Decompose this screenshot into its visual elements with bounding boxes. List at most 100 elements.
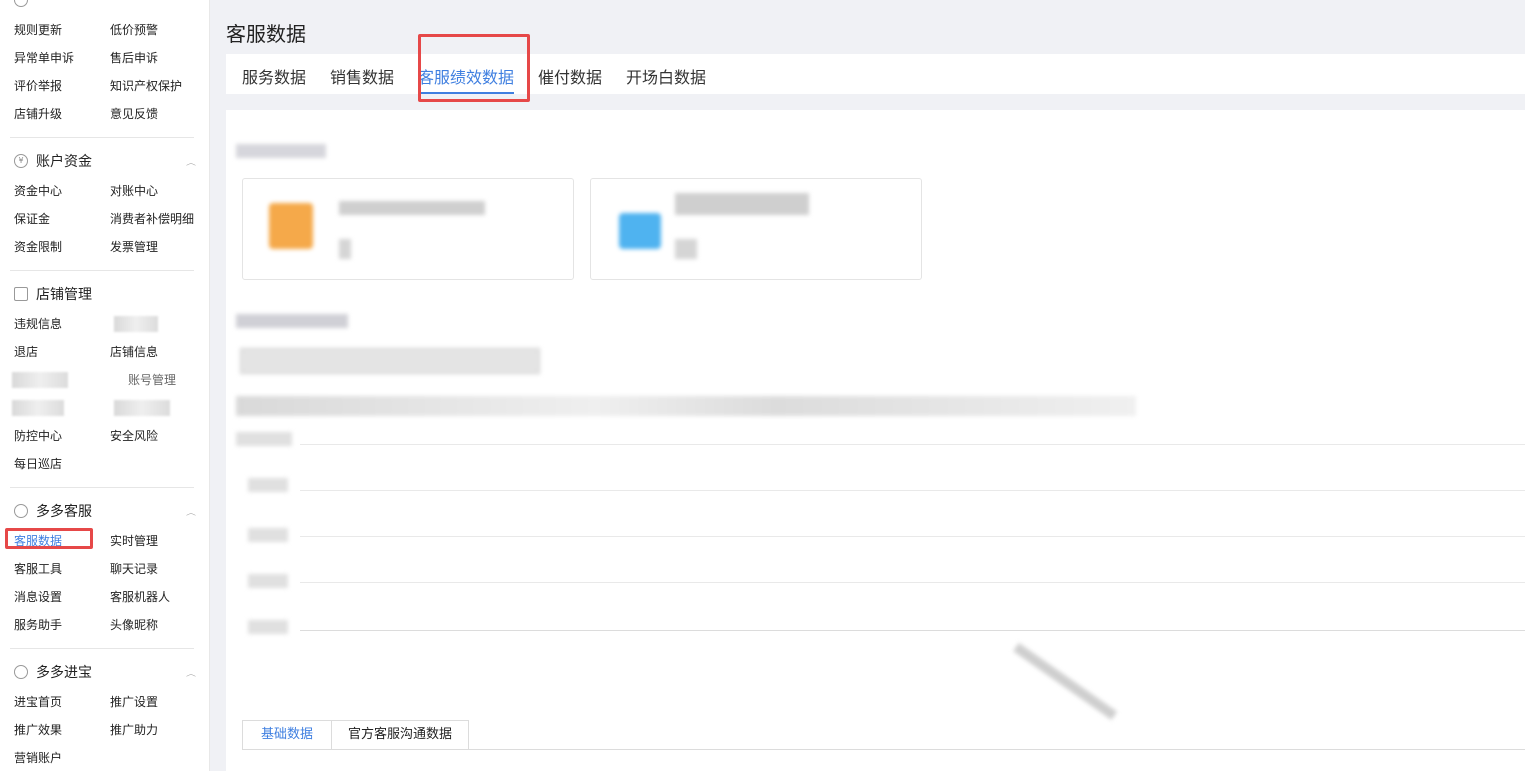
store-icon [14, 287, 28, 301]
sidebar-item[interactable]: 店铺信息 [110, 342, 158, 362]
chevron-up-icon: ︿ [186, 508, 196, 517]
sidebar-item[interactable]: 客服机器人 [110, 587, 170, 607]
section-title: 多多进宝 [36, 665, 92, 681]
sidebar-item[interactable]: 退店 [14, 342, 38, 362]
sidebar-item[interactable]: 知识产权保护 [110, 76, 182, 96]
sidebar-item[interactable]: 服务助手 [14, 615, 62, 635]
section-title: 店铺管理 [36, 287, 92, 303]
card-icon [269, 203, 313, 249]
sidebar-row: 资金中心 对账中心 [0, 181, 209, 201]
sidebar-item[interactable]: 资金中心 [14, 181, 62, 201]
sidebar-item[interactable]: 消息设置 [14, 587, 62, 607]
section-heading-blurred [236, 314, 348, 328]
sidebar-row: 保证金 消费者补偿明细 [0, 209, 209, 229]
blurred-item [114, 400, 170, 416]
sidebar-item[interactable]: 违规信息 [14, 314, 62, 334]
sidebar-row: 服务助手 头像昵称 [0, 615, 209, 635]
sidebar-item[interactable]: 账号管理 [128, 370, 176, 390]
blurred-item [12, 372, 68, 388]
sidebar-item[interactable]: 营销账户 [14, 748, 62, 768]
gridline [300, 582, 1525, 583]
sidebar-item[interactable]: 头像昵称 [110, 615, 158, 635]
sidebar-item[interactable]: 意见反馈 [110, 104, 158, 124]
circle-icon [14, 0, 28, 7]
summary-card [242, 178, 574, 280]
chevron-up-icon: ︿ [186, 158, 196, 167]
sidebar-item[interactable]: 推广效果 [14, 720, 62, 740]
card-value-blurred [339, 239, 351, 259]
sidebar-row: 异常单申诉 售后申诉 [0, 48, 209, 68]
tab-payment-reminder-data[interactable]: 催付数据 [538, 64, 602, 88]
highlight-box [5, 528, 93, 549]
sidebar-item[interactable]: 保证金 [14, 209, 50, 229]
divider [10, 648, 194, 649]
sidebar-item[interactable]: 推广设置 [110, 692, 158, 712]
gridline [300, 444, 1525, 445]
section-header-account[interactable]: ¥ 账户资金 ︿ [14, 150, 196, 172]
y-axis-label-blurred [248, 620, 288, 634]
sidebar-row: 违规信息 [0, 314, 209, 334]
summary-card [590, 178, 922, 280]
blurred-item [12, 400, 64, 416]
sidebar-row: 规则更新 低价预警 [0, 20, 209, 40]
sidebar-item[interactable]: 对账中心 [110, 181, 158, 201]
divider [10, 137, 194, 138]
sidebar-item[interactable]: 防控中心 [14, 426, 62, 446]
sidebar-item[interactable]: 实时管理 [110, 531, 158, 551]
section-header-store[interactable]: 店铺管理 [14, 283, 196, 305]
gridline [300, 536, 1525, 537]
x-axis-line [300, 630, 1525, 631]
tab-basic-data[interactable]: 基础数据 [242, 720, 332, 750]
sidebar-row: 客服工具 聊天记录 [0, 559, 209, 579]
sidebar-item[interactable]: 安全风险 [110, 426, 158, 446]
sidebar-item[interactable]: 低价预警 [110, 20, 158, 40]
sidebar-item[interactable]: 进宝首页 [14, 692, 62, 712]
sidebar-item[interactable]: 店铺升级 [14, 104, 62, 124]
chart-legend-blurred [236, 432, 292, 446]
sidebar-item[interactable]: 每日巡店 [14, 454, 62, 474]
sidebar-row: 店铺升级 意见反馈 [0, 104, 209, 124]
divider [10, 487, 194, 488]
section-header-promo[interactable]: 多多进宝 ︿ [14, 661, 196, 683]
sidebar-item[interactable]: 评价举报 [14, 76, 62, 96]
sidebar-item[interactable]: 发票管理 [110, 237, 158, 257]
metric-options-blurred[interactable] [236, 396, 1136, 416]
sidebar-item[interactable]: 规则更新 [14, 20, 62, 40]
sidebar-row [0, 398, 209, 418]
sidebar-row: 退店 店铺信息 [0, 342, 209, 362]
tab-greeting-data[interactable]: 开场白数据 [626, 64, 706, 88]
section-title: 多多客服 [36, 504, 92, 520]
sidebar-row: 推广效果 推广助力 [0, 720, 209, 740]
page-title: 客服数据 [226, 22, 306, 46]
highlight-box [418, 34, 530, 102]
divider [10, 270, 194, 271]
sidebar-item[interactable]: 推广助力 [110, 720, 158, 740]
card-value-blurred [675, 239, 697, 259]
sidebar-item[interactable]: 聊天记录 [110, 559, 158, 579]
tab-baseline [469, 749, 1525, 750]
chevron-up-icon: ︿ [186, 669, 196, 678]
tab-service-data[interactable]: 服务数据 [242, 64, 306, 88]
headset-icon [14, 504, 28, 518]
treasure-icon [14, 665, 28, 679]
sidebar-row: 防控中心 安全风险 [0, 426, 209, 446]
sidebar-row: 营销账户 [0, 748, 209, 768]
section-header-service[interactable]: 多多客服 ︿ [14, 500, 196, 522]
tab-sales-data[interactable]: 销售数据 [330, 64, 394, 88]
sidebar-item[interactable]: 资金限制 [14, 237, 62, 257]
gridline [300, 490, 1525, 491]
card-label-blurred [675, 193, 809, 215]
y-axis-label-blurred [248, 528, 288, 542]
sidebar-row: 账号管理 [0, 370, 209, 390]
tab-official-service-data[interactable]: 官方客服沟通数据 [331, 720, 469, 750]
card-icon [619, 213, 661, 249]
sidebar-item[interactable]: 售后申诉 [110, 48, 158, 68]
filter-input-blurred[interactable] [240, 348, 540, 374]
section-title: 账户资金 [36, 154, 92, 170]
sidebar-item[interactable]: 消费者补偿明细 [110, 209, 194, 229]
sidebar-item[interactable]: 客服工具 [14, 559, 62, 579]
sidebar-row: 评价举报 知识产权保护 [0, 76, 209, 96]
sidebar-item[interactable]: 异常单申诉 [14, 48, 74, 68]
card-label-blurred [339, 201, 485, 215]
sidebar-row: 资金限制 发票管理 [0, 237, 209, 257]
